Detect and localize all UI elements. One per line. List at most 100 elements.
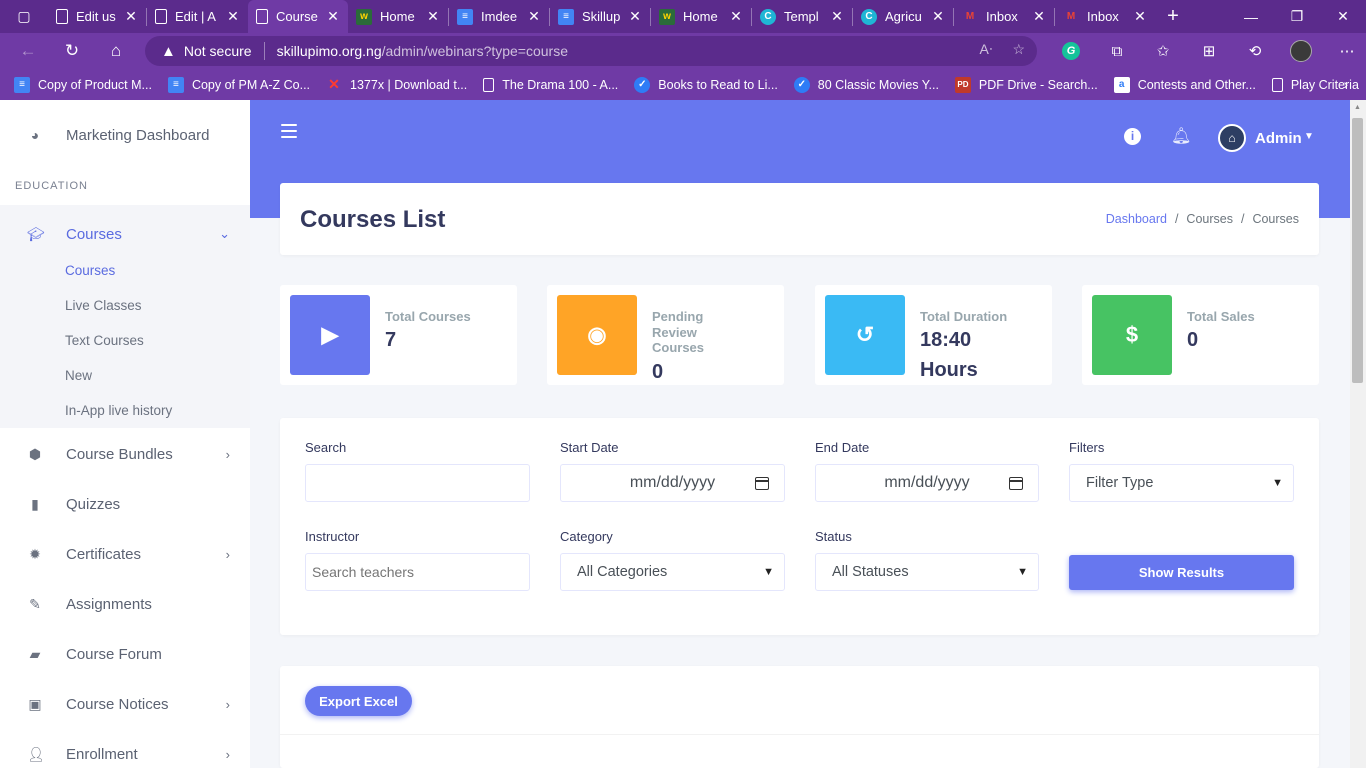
sidebar-item-course-forum[interactable]: ▰ Course Forum bbox=[0, 629, 250, 679]
end-date-label: End Date bbox=[815, 440, 870, 455]
browser-tab[interactable]: M Inbox ✕ bbox=[954, 0, 1054, 33]
close-tab-icon[interactable]: ✕ bbox=[326, 8, 340, 25]
sidebar-subitem-courses[interactable]: Courses bbox=[65, 263, 115, 278]
page-icon bbox=[155, 9, 167, 24]
end-date-input[interactable]: mm/dd/yyyy bbox=[815, 464, 1039, 502]
sidebar-subitem-live-classes[interactable]: Live Classes bbox=[65, 298, 142, 313]
sidebar-subitem-new[interactable]: New bbox=[65, 368, 92, 383]
browser-tab[interactable]: Edit us ✕ bbox=[48, 0, 146, 33]
sidebar-item-course-bundles[interactable]: ⬢ Course Bundles › bbox=[0, 429, 250, 479]
grammarly-extension-icon[interactable]: G bbox=[1048, 42, 1094, 60]
instructor-search-input[interactable] bbox=[305, 553, 530, 591]
bookmark[interactable]: PD PDF Drive - Search... bbox=[954, 76, 1098, 93]
bookmarks-bar: ≡ Copy of Product M... ≡ Copy of PM A-Z Co… bbox=[0, 69, 1366, 100]
browser-tab[interactable]: C Templ ✕ bbox=[752, 0, 852, 33]
url-host: skillupimo.org.ng bbox=[276, 43, 382, 59]
sidebar-item-courses[interactable]: 🎓︎ Courses ⌄ bbox=[0, 209, 250, 259]
docs-icon: ≡ bbox=[14, 76, 30, 93]
close-tab-icon[interactable]: ✕ bbox=[931, 8, 945, 25]
browser-tab[interactable]: ≡ Skillup ✕ bbox=[550, 0, 650, 33]
bookmark[interactable]: ✓ 80 Classic Movies Y... bbox=[793, 76, 939, 93]
info-icon[interactable]: i bbox=[1124, 127, 1141, 145]
back-icon[interactable]: ← bbox=[6, 33, 50, 69]
security-indicator[interactable]: Not secure bbox=[184, 43, 252, 59]
chevron-right-icon: › bbox=[225, 546, 230, 562]
show-results-button[interactable]: Show Results bbox=[1069, 555, 1294, 590]
calendar-icon[interactable] bbox=[1009, 477, 1023, 490]
history-icon: ↺ bbox=[825, 295, 905, 375]
more-menu-icon[interactable]: ⋯ bbox=[1324, 42, 1366, 60]
bookmark[interactable]: ✕ 1377x | Download t... bbox=[326, 76, 467, 93]
check-circle-icon: ✓ bbox=[634, 76, 651, 93]
browser-tab[interactable]: w Home ✕ bbox=[651, 0, 751, 33]
browser-tab[interactable]: ≡ Imdee ✕ bbox=[449, 0, 549, 33]
avatar[interactable]: ⌂ bbox=[1218, 124, 1246, 152]
pdf-icon: PD bbox=[954, 76, 971, 93]
sidebar-item-assignments[interactable]: ✎ Assignments bbox=[0, 579, 250, 629]
scroll-up-arrow-icon[interactable]: ▲ bbox=[1354, 104, 1361, 111]
chevron-right-icon[interactable]: › bbox=[1343, 76, 1348, 92]
video-file-icon: ▶︎ bbox=[290, 295, 370, 375]
history-icon[interactable]: ⟲ bbox=[1232, 42, 1278, 60]
filter-type-select[interactable]: Filter Type ▼ bbox=[1069, 464, 1294, 502]
sidebar-item-certificates[interactable]: ✹ Certificates › bbox=[0, 529, 250, 579]
scrollbar-thumb[interactable] bbox=[1352, 118, 1363, 383]
close-tab-icon[interactable]: ✕ bbox=[426, 8, 440, 25]
filters-label: Filters bbox=[1069, 440, 1105, 455]
extensions-icon[interactable]: ⧉ bbox=[1094, 43, 1140, 60]
home-icon[interactable]: ⌂ bbox=[94, 33, 138, 69]
bookmark[interactable]: a Contests and Other... bbox=[1113, 76, 1256, 93]
browser-tab[interactable]: w Home ✕ bbox=[348, 0, 448, 33]
close-tab-icon[interactable]: ✕ bbox=[527, 8, 541, 25]
search-input[interactable] bbox=[305, 464, 530, 502]
breadcrumb-separator: / bbox=[1240, 212, 1245, 226]
sidebar-item-enrollment[interactable]: 👤︎ Enrollment › bbox=[0, 729, 250, 768]
collections-icon[interactable]: ⊞ bbox=[1186, 42, 1232, 60]
close-tab-icon[interactable]: ✕ bbox=[1133, 8, 1147, 25]
status-select[interactable]: All Statuses ▼ bbox=[815, 553, 1039, 591]
sidebar-item-course-notices[interactable]: ▣ Course Notices › bbox=[0, 679, 250, 729]
minimize-icon[interactable]: — bbox=[1228, 0, 1274, 33]
restore-icon[interactable]: ❐ bbox=[1274, 0, 1320, 33]
refresh-icon[interactable]: ↻ bbox=[50, 33, 94, 69]
sidebar-item-quizzes[interactable]: ▮ Quizzes bbox=[0, 479, 250, 529]
close-tab-icon[interactable]: ✕ bbox=[124, 8, 138, 25]
close-window-icon[interactable]: ✕ bbox=[1320, 0, 1366, 33]
breadcrumb-dashboard-link[interactable]: Dashboard bbox=[1106, 212, 1167, 226]
new-tab-icon[interactable]: + bbox=[1155, 5, 1191, 28]
close-tab-icon[interactable]: ✕ bbox=[729, 8, 743, 25]
category-select[interactable]: All Categories ▼ bbox=[560, 553, 785, 591]
bookmark[interactable]: ≡ Copy of PM A-Z Co... bbox=[167, 76, 310, 93]
sidebar-item-marketing-dashboard[interactable]: ◕ Marketing Dashboard bbox=[0, 110, 250, 160]
caret-down-icon[interactable]: ▼ bbox=[1304, 131, 1314, 142]
bookmark[interactable]: ✓ Books to Read to Li... bbox=[634, 76, 778, 93]
browser-tab[interactable]: Edit | A ✕ bbox=[147, 0, 248, 33]
sidebar-subitem-text-courses[interactable]: Text Courses bbox=[65, 333, 144, 348]
user-menu-label[interactable]: Admin bbox=[1255, 130, 1302, 147]
close-tab-icon[interactable]: ✕ bbox=[226, 8, 240, 25]
export-excel-button[interactable]: Export Excel bbox=[305, 686, 412, 716]
close-tab-icon[interactable]: ✕ bbox=[830, 8, 844, 25]
stat-value: 18:40 Hours bbox=[920, 329, 978, 381]
close-tab-icon[interactable]: ✕ bbox=[1032, 8, 1046, 25]
add-favorite-icon[interactable]: ☆ bbox=[1012, 41, 1025, 58]
start-date-input[interactable]: mm/dd/yyyy bbox=[560, 464, 785, 502]
profile-avatar[interactable] bbox=[1278, 40, 1324, 62]
url-field[interactable]: ▲ Not secure skillupimo.org.ng/admin/web… bbox=[145, 36, 1037, 66]
browser-tab[interactable]: M Inbox ✕ bbox=[1055, 0, 1155, 33]
stat-card-pending-review: ◉ Pending Review Courses 0 bbox=[547, 285, 784, 385]
breadcrumb: Dashboard / Courses / Courses bbox=[1106, 212, 1299, 226]
hamburger-menu-icon[interactable] bbox=[281, 124, 297, 138]
favorites-icon[interactable]: ✩ bbox=[1140, 42, 1186, 60]
browser-tab-active[interactable]: Course ✕ bbox=[248, 0, 348, 33]
bookmark[interactable]: ≡ Copy of Product M... bbox=[14, 76, 152, 93]
bell-icon[interactable]: 🔔︎ bbox=[1171, 126, 1191, 146]
browser-tab[interactable]: C Agricu ✕ bbox=[853, 0, 953, 33]
sidebar-subitem-in-app-live-history[interactable]: In-App live history bbox=[65, 403, 172, 418]
tab-actions-icon[interactable]: ▢ bbox=[0, 0, 48, 33]
docs-icon: ≡ bbox=[457, 8, 473, 25]
calendar-icon[interactable] bbox=[755, 477, 769, 490]
read-aloud-icon[interactable]: Aᐧ bbox=[980, 41, 993, 58]
bookmark[interactable]: The Drama 100 - A... bbox=[483, 77, 618, 92]
close-tab-icon[interactable]: ✕ bbox=[628, 8, 642, 25]
